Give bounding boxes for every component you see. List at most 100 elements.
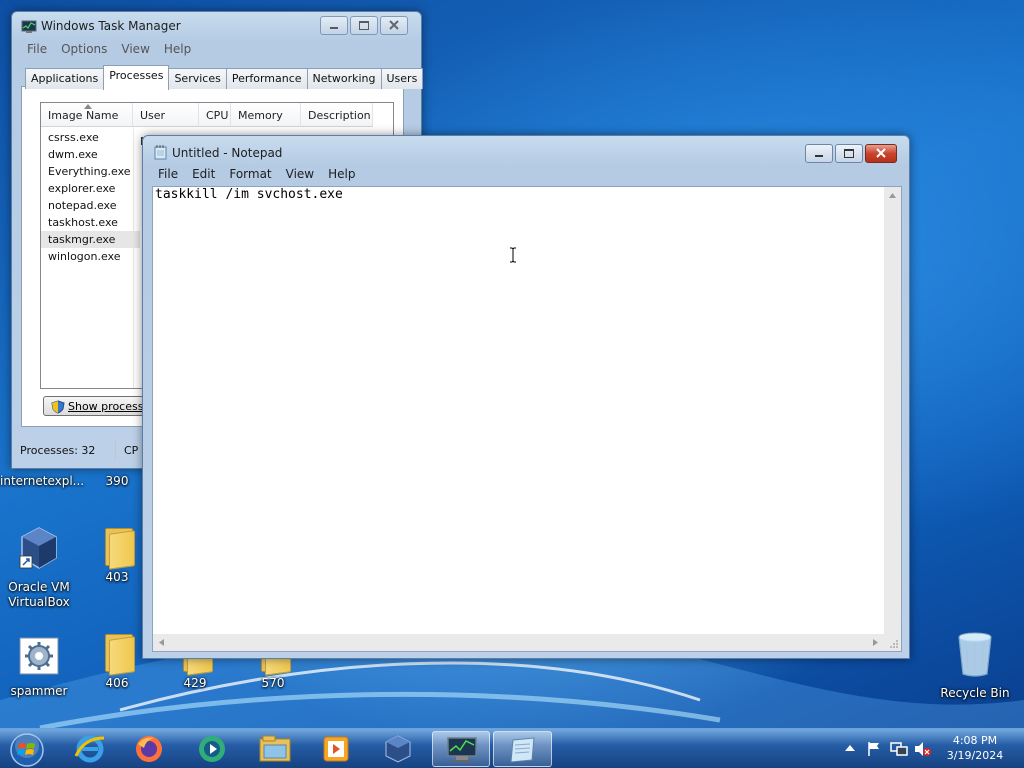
virtualbox-icon	[385, 735, 411, 763]
minimize-button[interactable]	[805, 144, 833, 163]
internet-explorer-icon	[74, 735, 105, 763]
clock[interactable]: 4:08 PM 3/19/2024	[940, 733, 1010, 763]
start-button[interactable]	[0, 731, 54, 767]
menu-file[interactable]: File	[20, 42, 54, 56]
task-manager-menubar: File Options View Help	[20, 42, 198, 56]
menu-format[interactable]: Format	[222, 167, 278, 181]
folder-icon	[101, 526, 135, 570]
tab-applications[interactable]: Applications	[25, 68, 105, 89]
process-row[interactable]: taskhost.exe	[41, 214, 140, 231]
task-manager-app-icon	[21, 20, 37, 33]
column-cpu[interactable]: CPU	[199, 103, 231, 127]
settings-icon	[19, 637, 59, 675]
taskbar	[0, 728, 1024, 768]
menu-view[interactable]: View	[279, 167, 321, 181]
desktop-icon-spammer[interactable]: spammer	[0, 636, 78, 699]
notepad-menubar: File Edit Format View Help	[151, 167, 362, 181]
recycle-bin-icon	[958, 632, 992, 677]
resize-grip[interactable]	[884, 634, 901, 651]
notepad-titlebar[interactable]: Untitled - Notepad	[143, 136, 909, 164]
virtualbox-icon	[19, 527, 57, 569]
notepad-caption-buttons	[803, 144, 897, 163]
resize-grip-icon	[890, 640, 898, 648]
maximize-icon	[844, 149, 854, 158]
tab-processes[interactable]: Processes	[103, 65, 170, 90]
tab-performance[interactable]: Performance	[225, 68, 308, 89]
horizontal-scrollbar[interactable]	[153, 634, 884, 651]
desktop-icon-recycle-bin[interactable]: Recycle Bin	[936, 630, 1014, 701]
taskbar-internet-explorer[interactable]	[62, 731, 118, 767]
menu-help[interactable]: Help	[321, 167, 362, 181]
media-app-icon	[199, 736, 225, 762]
task-manager-tabs: Applications Processes Services Performa…	[25, 65, 424, 90]
close-icon	[389, 20, 399, 30]
taskbar-file-explorer[interactable]	[246, 731, 302, 767]
process-row[interactable]: csrss.exe	[41, 129, 140, 146]
process-row[interactable]: notepad.exe	[41, 197, 140, 214]
notepad-icon	[510, 737, 535, 763]
maximize-button[interactable]	[350, 16, 378, 35]
file-explorer-icon	[259, 735, 291, 762]
taskbar-media-player[interactable]	[308, 731, 364, 767]
minimize-button[interactable]	[320, 16, 348, 35]
menu-edit[interactable]: Edit	[185, 167, 222, 181]
maximize-button[interactable]	[835, 144, 863, 163]
taskbar-task-manager[interactable]	[432, 731, 490, 767]
process-row[interactable]: explorer.exe	[41, 180, 140, 197]
text-cursor-icon	[510, 247, 516, 263]
tab-services[interactable]: Services	[168, 68, 227, 89]
close-icon	[876, 148, 886, 158]
sort-ascending-icon	[84, 104, 92, 109]
clock-time: 4:08 PM	[952, 734, 998, 747]
desktop-icon-virtualbox[interactable]: Oracle VM VirtualBox	[0, 526, 78, 610]
column-description[interactable]: Description	[301, 103, 373, 127]
media-player-icon	[323, 736, 349, 762]
menu-options[interactable]: Options	[54, 42, 114, 56]
show-processes-button[interactable]: Show processes	[43, 396, 153, 416]
uac-shield-icon	[51, 400, 65, 414]
taskbar-virtualbox[interactable]	[370, 731, 426, 767]
status-processes: Processes: 32	[12, 440, 116, 460]
desktop-icon-internetexplorer[interactable]: internetexpl...	[0, 474, 84, 489]
vertical-scrollbar[interactable]	[884, 187, 901, 634]
process-row[interactable]: winlogon.exe	[41, 248, 140, 265]
menu-file[interactable]: File	[151, 167, 185, 181]
notepad-text-area[interactable]: taskkill /im svchost.exe	[152, 186, 902, 652]
close-button[interactable]	[865, 144, 897, 163]
tab-users[interactable]: Users	[380, 68, 424, 89]
task-manager-caption-buttons	[318, 16, 408, 35]
process-row[interactable]: Everything.exe	[41, 163, 140, 180]
volume-muted-icon[interactable]	[914, 741, 932, 757]
column-memory[interactable]: Memory (...	[231, 103, 301, 148]
desktop-icon-label: 406	[105, 676, 129, 690]
show-processes-label: Show processes	[68, 400, 153, 413]
tab-networking[interactable]: Networking	[306, 68, 382, 89]
taskbar-firefox[interactable]	[122, 731, 178, 767]
task-manager-titlebar[interactable]: Windows Task Manager	[12, 12, 421, 40]
minimize-icon	[815, 155, 823, 157]
desktop-icon-label: spammer	[10, 684, 68, 698]
scroll-up-icon	[889, 193, 896, 198]
scroll-left-icon	[159, 639, 164, 646]
menu-help[interactable]: Help	[157, 42, 198, 56]
network-icon[interactable]	[890, 741, 908, 757]
column-image-name[interactable]: Image Name	[41, 103, 133, 127]
action-center-flag-icon[interactable]	[866, 741, 882, 757]
notepad-app-icon	[154, 145, 167, 160]
desktop-icon-label: 570	[261, 676, 285, 690]
taskbar-notepad[interactable]	[493, 731, 552, 767]
taskbar-media-app[interactable]	[184, 731, 240, 767]
notepad-content: taskkill /im svchost.exe	[155, 187, 343, 202]
column-user-name[interactable]: User Name	[133, 103, 199, 148]
column-label: Image Name	[48, 109, 119, 122]
task-manager-title: Windows Task Manager	[41, 19, 181, 33]
desktop-icon-label: 429	[183, 676, 207, 690]
process-row[interactable]: dwm.exe	[41, 146, 140, 163]
task-manager-icon	[447, 737, 477, 762]
show-hidden-icons-icon[interactable]	[845, 744, 855, 751]
notepad-window[interactable]: Untitled - Notepad File Edit Format View…	[142, 135, 910, 659]
maximize-icon	[359, 21, 369, 30]
close-button[interactable]	[380, 16, 408, 35]
process-row-selected[interactable]: taskmgr.exe	[41, 231, 140, 248]
menu-view[interactable]: View	[114, 42, 156, 56]
